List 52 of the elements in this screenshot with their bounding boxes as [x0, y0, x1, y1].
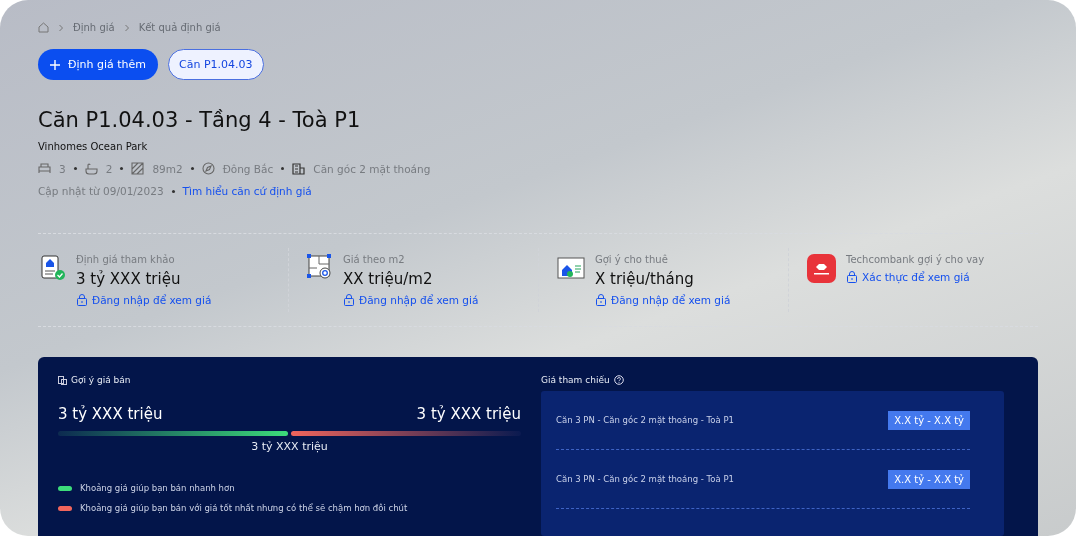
stat-value: 3 tỷ XXX triệu [76, 270, 182, 288]
legend-text: Khoảng giá giúp bạn bán với giá tốt nhất nhưng có thể sẽ chậm hơn đôi chút [80, 503, 408, 513]
house-listing-icon [557, 254, 585, 280]
sale-title: Gợi ý giá bán [71, 375, 131, 385]
low-price: 3 tỷ XXX triệu [58, 405, 163, 423]
lock-icon [343, 293, 355, 306]
update-date: Cập nhật từ 09/01/2023 [38, 185, 164, 197]
breadcrumb-link[interactable]: Định giá [73, 22, 115, 33]
stat-value: XX triệu/m2 [343, 270, 434, 288]
stat-label: Techcombank gợi ý cho vay [846, 254, 985, 265]
plus-icon [50, 59, 60, 70]
stat-label: Định giá tham khảo [76, 254, 176, 265]
login-link[interactable]: Đăng nhập để xem giá [359, 293, 479, 306]
reference-name: Căn 3 PN - Căn góc 2 mặt thoáng - Toà P1 [556, 415, 734, 425]
high-price: 3 tỷ XXX triệu [416, 405, 521, 423]
feature-text: 2 [105, 162, 113, 175]
feature-text: Căn góc 2 mặt thoáng [313, 162, 431, 175]
compass-icon [201, 162, 215, 175]
price-range: X.X tỷ - X.X tỷ [888, 410, 970, 430]
building-icon [292, 162, 306, 175]
project-name: Vinhomes Ocean Park [38, 141, 149, 152]
valuation-basis-link[interactable]: Tìm hiểu căn cứ định giá [182, 185, 312, 197]
reference-title: Giá tham chiếu [541, 375, 610, 385]
legend-text: Khoảng giá giúp bạn bán nhanh hơn [80, 483, 235, 493]
lock-icon [595, 293, 607, 306]
floorplan-icon [307, 254, 333, 280]
feature-text: Đông Bắc [222, 162, 274, 175]
mid-price: 3 tỷ XXX triệu [251, 440, 328, 453]
add-valuation-button[interactable]: Định giá thêm [38, 49, 159, 80]
bed-icon [38, 163, 51, 174]
feature-text: 89m2 [152, 162, 183, 175]
bank-logo-icon [807, 254, 836, 283]
feature-text: 3 [59, 162, 66, 175]
area-icon [131, 162, 145, 175]
breadcrumb-link[interactable]: Kết quả định giá [138, 22, 221, 33]
document-check-icon [40, 254, 66, 282]
stat-label: Giá theo m2 [343, 254, 406, 265]
login-link[interactable]: Đăng nhập để xem giá [611, 293, 731, 306]
lock-icon [846, 270, 858, 283]
reference-name: Căn 3 PN - Căn góc 2 mặt thoáng - Toà P1 [556, 474, 734, 484]
lock-icon [76, 293, 88, 306]
login-link[interactable]: Xác thực để xem giá [862, 270, 970, 283]
page-title: Căn P1.04.03 - Tầng 4 - Toà P1 [38, 108, 362, 132]
chevron-icon [122, 23, 131, 32]
stat-value: X triệu/tháng [595, 270, 695, 288]
login-link[interactable]: Đăng nhập để xem giá [92, 293, 212, 306]
chevron-icon [57, 23, 65, 32]
help-icon[interactable] [613, 375, 624, 385]
unit-chip[interactable]: Căn P1.04.03 [168, 49, 264, 80]
bathtub-icon [84, 162, 98, 175]
price-range: X.X tỷ - X.X tỷ [888, 469, 970, 489]
stat-label: Gợi ý cho thuê [595, 254, 669, 265]
